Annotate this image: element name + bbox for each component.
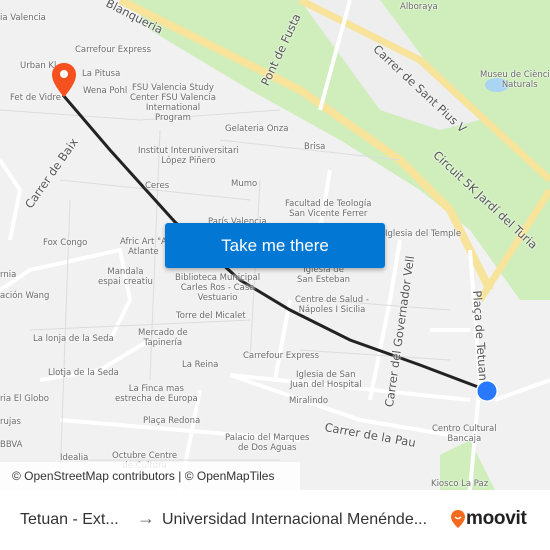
place-label: La lonja de la Seda [33, 334, 114, 344]
place-label: ación Wang [0, 291, 50, 301]
place-label: Carrefour Express [243, 351, 319, 361]
place-label: La Finca mas estrecha de Europa [115, 384, 198, 404]
place-label: ria El Globo [0, 394, 49, 404]
arrow-right-icon: → [137, 508, 155, 528]
place-label: ia Valencia [0, 13, 46, 23]
place-label: Miralindo [289, 396, 329, 406]
place-label: Gelateria Onza [225, 124, 289, 134]
destination-pin-icon[interactable] [51, 62, 77, 98]
map-attribution[interactable]: © OpenStreetMap contributors | © OpenMap… [0, 462, 300, 490]
place-label: Mumo [231, 179, 258, 189]
place-label: La Reina [182, 360, 219, 370]
brand-wordmark: moovit [466, 508, 527, 529]
place-label: Centro Cultural Bancaja [432, 424, 497, 444]
place-label: Palacio del Marques de Dos Aguas [225, 433, 310, 453]
place-label: Mandala espai creatiu [98, 267, 153, 287]
place-label: Torre del Micalet [176, 311, 246, 321]
origin-name: Tetuan - Ext... [20, 511, 119, 528]
place-label: Institut Interuniversitari López Piñero [138, 146, 239, 166]
place-label: Fox Congo [43, 238, 88, 248]
place-label: Wena Pohl [83, 86, 128, 96]
place-label: rujas [0, 417, 21, 427]
place-label: FSU Valencia Study Center FSU Valencia I… [130, 83, 216, 123]
place-label: Iglesia de San Juan del Hospital [290, 370, 362, 390]
place-label: Biblioteca Municipal Carles Ros - Casa V… [175, 273, 261, 303]
place-label: Iglesia de San Esteban [297, 265, 351, 285]
place-label: Facultad de Teología San Vicente Ferrer [285, 199, 372, 219]
place-label: Llotja de la Seda [48, 368, 119, 378]
place-label: rnia [0, 270, 17, 280]
map-view[interactable]: Blanqueria Pont de Fusta Carrer de Sant … [0, 0, 550, 490]
place-label: Afric Art "A Atlante [120, 237, 167, 257]
place-label: Plaça Redona [143, 416, 201, 426]
place-label: Brisa [304, 142, 326, 152]
place-label: Mercado de Tapinería [138, 328, 188, 348]
take-me-there-button[interactable]: Take me there [165, 223, 385, 268]
place-label: Centre de Salud - Nápoles I Sicilia [295, 295, 369, 315]
moovit-logo[interactable]: moovit [450, 508, 527, 530]
place-label: Ceres [145, 181, 170, 191]
place-label: Alboraya [400, 2, 438, 12]
place-label: Iglesia del Temple [385, 229, 462, 239]
place-label: La Pitusa [82, 69, 121, 79]
place-label: BBVA [0, 440, 23, 450]
destination-name: Universidad Internacional Menénde... [162, 511, 428, 528]
route-footer: Tetuan - Ext... → Universidad Internacio… [0, 490, 550, 550]
place-label: Museu de Ciències Naturals [480, 70, 550, 90]
origin-marker-icon[interactable] [475, 379, 499, 403]
place-label: Carrefour Express [75, 45, 151, 55]
place-label: Kiosco La Paz [431, 479, 489, 489]
moovit-pin-icon [451, 510, 465, 528]
